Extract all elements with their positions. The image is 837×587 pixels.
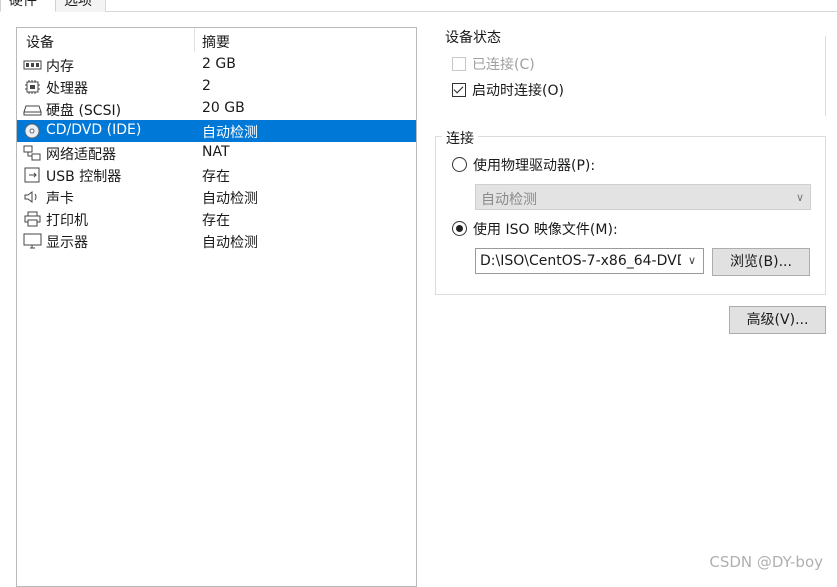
column-header-device[interactable]: 设备	[26, 32, 54, 52]
tab-hardware[interactable]: 硬件	[0, 0, 56, 12]
watermark: CSDN @DY-boy	[709, 553, 823, 571]
device-row-processor[interactable]: 处理器 2	[17, 76, 416, 98]
device-status-group: 设备状态 已连接(C) 启动时连接(O)	[435, 27, 826, 116]
speaker-icon	[24, 191, 37, 203]
tab-strip: 硬件 选项	[0, 0, 837, 12]
device-summary: 自动检测	[202, 125, 258, 141]
device-row-usb[interactable]: USB 控制器 存在	[17, 164, 416, 186]
iso-image-radio[interactable]	[452, 221, 467, 236]
device-row-printer[interactable]: 打印机 存在	[17, 208, 416, 230]
connect-on-power-on-label: 启动时连接(O)	[472, 83, 564, 99]
monitor-icon	[23, 233, 42, 249]
device-row-cd-dvd[interactable]: CD/DVD (IDE) 自动检测	[17, 120, 416, 142]
cd-dvd-icon	[24, 123, 40, 139]
chevron-down-icon[interactable]: ∨	[681, 249, 703, 273]
connection-title: 连接	[442, 128, 478, 148]
device-row-hard-disk[interactable]: 硬盘 (SCSI) 20 GB	[17, 98, 416, 120]
network-adapter-icon	[23, 145, 41, 161]
device-list[interactable]: 设备 摘要 内存 2 GB 处理器 2 硬盘 (SCSI) 20 GB CD/D…	[16, 27, 417, 587]
device-summary: 自动检测	[202, 235, 258, 251]
device-row-memory[interactable]: 内存 2 GB	[17, 54, 416, 76]
advanced-button[interactable]: 高级(V)...	[729, 306, 826, 334]
usb-icon	[24, 167, 40, 183]
device-name: CD/DVD (IDE)	[46, 122, 142, 138]
device-name: 声卡	[46, 191, 74, 207]
physical-drive-select-value: 自动检测	[481, 192, 537, 208]
column-divider[interactable]	[194, 28, 195, 52]
iso-image-label: 使用 ISO 映像文件(M):	[473, 222, 618, 238]
device-name: 硬盘 (SCSI)	[46, 103, 122, 119]
device-rows: 内存 2 GB 处理器 2 硬盘 (SCSI) 20 GB CD/DVD (ID…	[17, 54, 416, 252]
device-name: 打印机	[46, 213, 88, 229]
device-list-header: 设备 摘要	[17, 28, 416, 52]
physical-drive-radio[interactable]	[452, 157, 467, 172]
device-row-network-adapter[interactable]: 网络适配器 NAT	[17, 142, 416, 164]
physical-drive-label: 使用物理驱动器(P):	[473, 158, 596, 174]
memory-icon	[23, 60, 42, 70]
device-name: 内存	[46, 59, 74, 75]
device-row-display[interactable]: 显示器 自动检测	[17, 230, 416, 252]
device-summary: 存在	[202, 213, 230, 229]
connected-checkbox[interactable]	[452, 57, 466, 71]
device-row-sound-card[interactable]: 声卡 自动检测	[17, 186, 416, 208]
connection-group: 连接 使用物理驱动器(P): 自动检测 ∨ 使用 ISO 映像文件(M): D:…	[435, 128, 826, 295]
connect-on-power-on-checkbox[interactable]	[452, 83, 466, 97]
device-summary: 2 GB	[202, 56, 236, 72]
device-name: 显示器	[46, 235, 88, 251]
device-summary: NAT	[202, 144, 230, 160]
tab-options[interactable]: 选项	[56, 0, 106, 12]
device-summary: 2	[202, 78, 211, 94]
hard-disk-icon	[23, 105, 42, 116]
connected-label: 已连接(C)	[472, 57, 535, 73]
device-summary: 20 GB	[202, 100, 245, 116]
column-header-summary[interactable]: 摘要	[202, 32, 230, 52]
chevron-down-icon: ∨	[795, 191, 804, 204]
device-name: USB 控制器	[46, 169, 122, 185]
physical-drive-select[interactable]: 自动检测 ∨	[475, 184, 811, 210]
iso-path-value: D:\ISO\CentOS-7-x86_64-DVD	[480, 253, 688, 269]
device-name: 处理器	[46, 81, 88, 97]
iso-path-combo[interactable]: D:\ISO\CentOS-7-x86_64-DVD ∨	[475, 248, 704, 274]
browse-button[interactable]: 浏览(B)...	[712, 248, 810, 276]
processor-icon	[25, 80, 40, 94]
device-status-title: 设备状态	[441, 27, 505, 47]
printer-icon	[24, 211, 41, 227]
device-summary: 自动检测	[202, 191, 258, 207]
device-summary: 存在	[202, 169, 230, 185]
device-name: 网络适配器	[46, 147, 116, 163]
